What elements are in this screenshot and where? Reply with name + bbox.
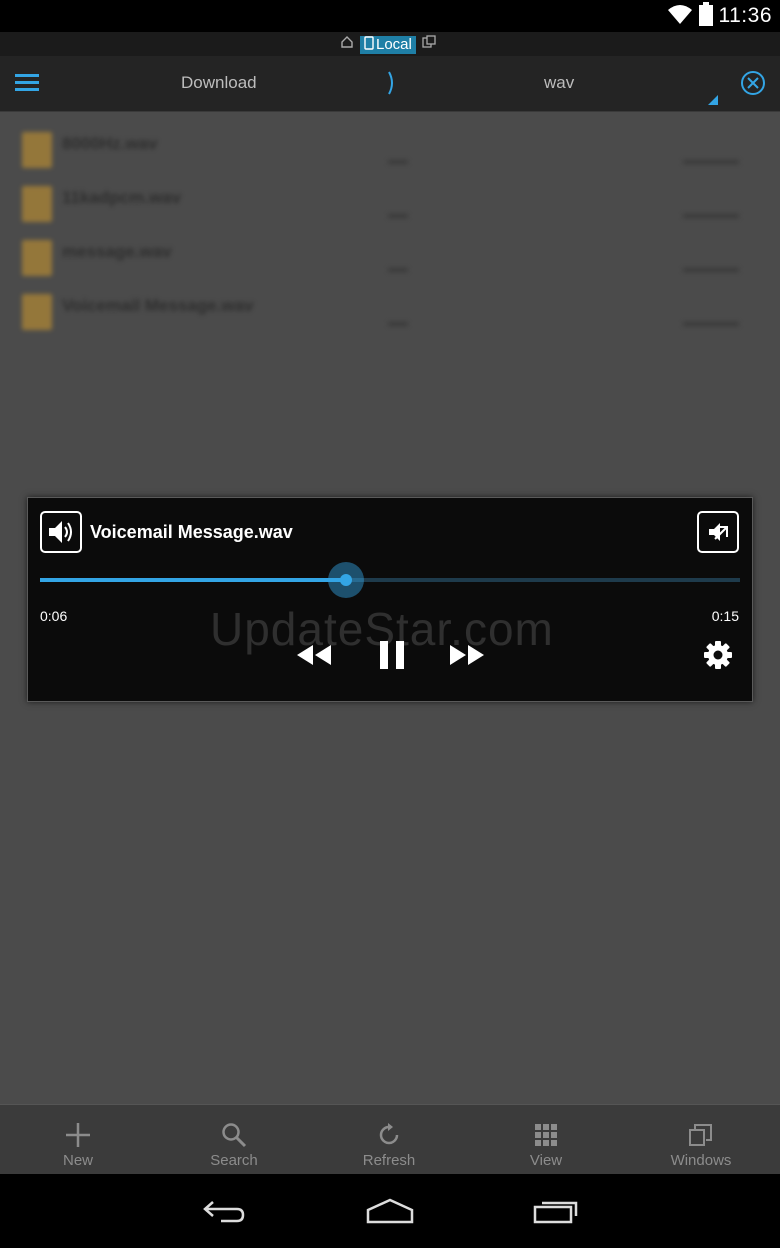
view-label: View xyxy=(529,1152,563,1169)
dropdown-indicator-icon xyxy=(708,92,718,110)
breadcrumb-download[interactable]: Download xyxy=(181,73,257,93)
status-time: 11:36 xyxy=(718,4,772,27)
refresh-icon xyxy=(375,1121,403,1149)
phone-icon xyxy=(364,35,374,54)
menu-icon[interactable] xyxy=(15,72,39,99)
bottom-action-bar: New Search Refresh View Windows xyxy=(0,1104,780,1174)
list-item[interactable]: Voicemail Message.wav xyxy=(0,284,780,338)
track-title: Voicemail Message.wav xyxy=(90,522,293,542)
refresh-label: Refresh xyxy=(362,1152,416,1169)
open-external-icon[interactable] xyxy=(697,511,739,553)
elapsed-time: 0:06 xyxy=(40,608,68,624)
fast-forward-button[interactable] xyxy=(447,642,487,672)
seek-thumb[interactable] xyxy=(327,562,364,598)
fast-forward-icon xyxy=(449,644,485,671)
windows-icon xyxy=(687,1121,715,1149)
audio-file-icon xyxy=(22,294,52,330)
location-bar: Local xyxy=(0,32,780,56)
file-size xyxy=(388,214,408,218)
list-item[interactable]: 8000Hz.wav xyxy=(0,122,780,176)
local-label: Local xyxy=(376,36,412,53)
new-button[interactable]: New xyxy=(18,1105,138,1175)
search-label: Search xyxy=(210,1152,258,1169)
file-name: Voicemail Message.wav xyxy=(62,296,254,315)
home-button[interactable] xyxy=(360,1196,420,1230)
system-nav-bar xyxy=(0,1174,780,1248)
back-icon xyxy=(201,1198,247,1229)
file-date xyxy=(683,268,739,272)
file-date xyxy=(683,322,739,326)
breadcrumb-wav[interactable]: wav xyxy=(544,73,574,93)
audio-file-icon xyxy=(22,132,52,168)
file-name: 11kadpcm.wav xyxy=(62,188,182,207)
status-icons: 11:36 xyxy=(667,1,773,31)
settings-button[interactable] xyxy=(700,640,736,675)
grid-icon xyxy=(532,1121,560,1149)
refresh-button[interactable]: Refresh xyxy=(329,1105,449,1175)
rewind-button[interactable] xyxy=(294,642,334,672)
file-size xyxy=(388,268,408,272)
recents-button[interactable] xyxy=(526,1196,586,1230)
chevron-right-icon xyxy=(386,70,398,101)
list-item[interactable]: 11kadpcm.wav xyxy=(0,176,780,230)
search-icon xyxy=(220,1121,248,1149)
windows-label: Windows xyxy=(670,1152,732,1169)
home-icon xyxy=(366,1198,414,1229)
local-storage-tab[interactable]: Local xyxy=(360,35,416,54)
gear-icon xyxy=(703,640,733,675)
view-button[interactable]: View xyxy=(486,1105,606,1175)
audio-file-icon xyxy=(22,240,52,276)
file-name: message.wav xyxy=(62,242,172,261)
list-item[interactable]: message.wav xyxy=(0,230,780,284)
windows-small-icon[interactable] xyxy=(422,35,436,54)
pause-icon xyxy=(379,640,405,674)
battery-icon xyxy=(698,1,713,31)
seek-bar-progress xyxy=(40,578,346,582)
audio-file-icon xyxy=(22,186,52,222)
rewind-icon xyxy=(296,644,332,671)
windows-button[interactable]: Windows xyxy=(641,1105,761,1175)
seek-bar[interactable] xyxy=(40,562,740,598)
seek-thumb-core xyxy=(339,574,352,586)
status-bar: 11:36 xyxy=(0,0,780,32)
wifi-icon xyxy=(667,3,693,30)
file-date xyxy=(683,160,739,164)
plus-icon xyxy=(64,1121,92,1149)
close-circle-icon[interactable] xyxy=(739,69,767,102)
recents-icon xyxy=(533,1198,579,1229)
speaker-icon[interactable] xyxy=(40,511,82,553)
file-name: 8000Hz.wav xyxy=(62,134,158,153)
file-date xyxy=(683,214,739,218)
file-size xyxy=(388,322,408,326)
back-button[interactable] xyxy=(194,1196,254,1230)
audio-player-dialog: Voicemail Message.wav UpdateStar.com 0:0… xyxy=(27,497,753,702)
search-button[interactable]: Search xyxy=(174,1105,294,1175)
new-label: New xyxy=(62,1152,93,1169)
pause-button[interactable] xyxy=(372,640,412,674)
total-time: 0:15 xyxy=(711,608,739,624)
app-toolbar: Download wav xyxy=(0,56,780,112)
file-size xyxy=(388,160,408,164)
home-icon[interactable] xyxy=(340,35,354,54)
